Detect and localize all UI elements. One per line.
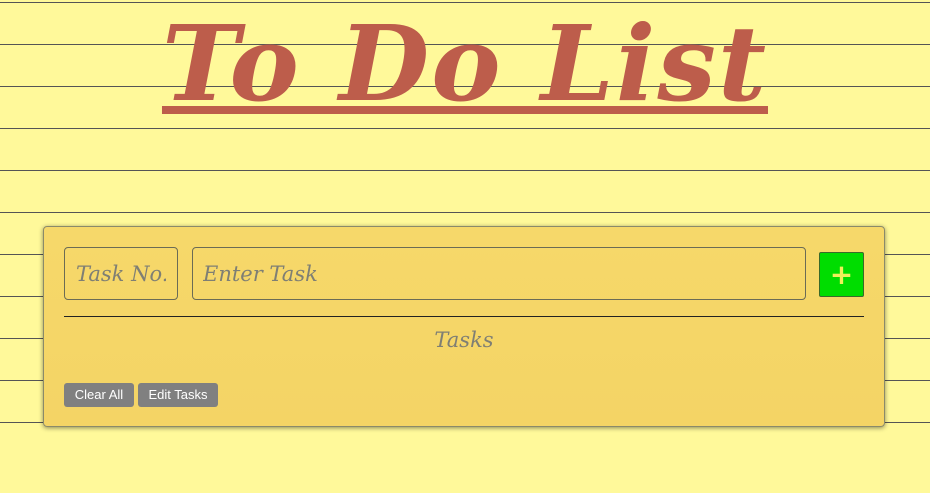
edit-tasks-button[interactable]: Edit Tasks [138, 383, 218, 407]
page-title-text: To Do List [161, 2, 768, 125]
clear-all-button[interactable]: Clear All [64, 383, 134, 407]
tasks-heading: Tasks [434, 328, 494, 352]
page-title: To Do List [0, 2, 930, 125]
todo-card: + Tasks Clear All Edit Tasks [43, 226, 885, 427]
divider [64, 316, 864, 317]
add-task-button[interactable]: + [819, 252, 864, 297]
task-number-input[interactable] [64, 247, 178, 300]
task-input[interactable] [192, 247, 806, 300]
